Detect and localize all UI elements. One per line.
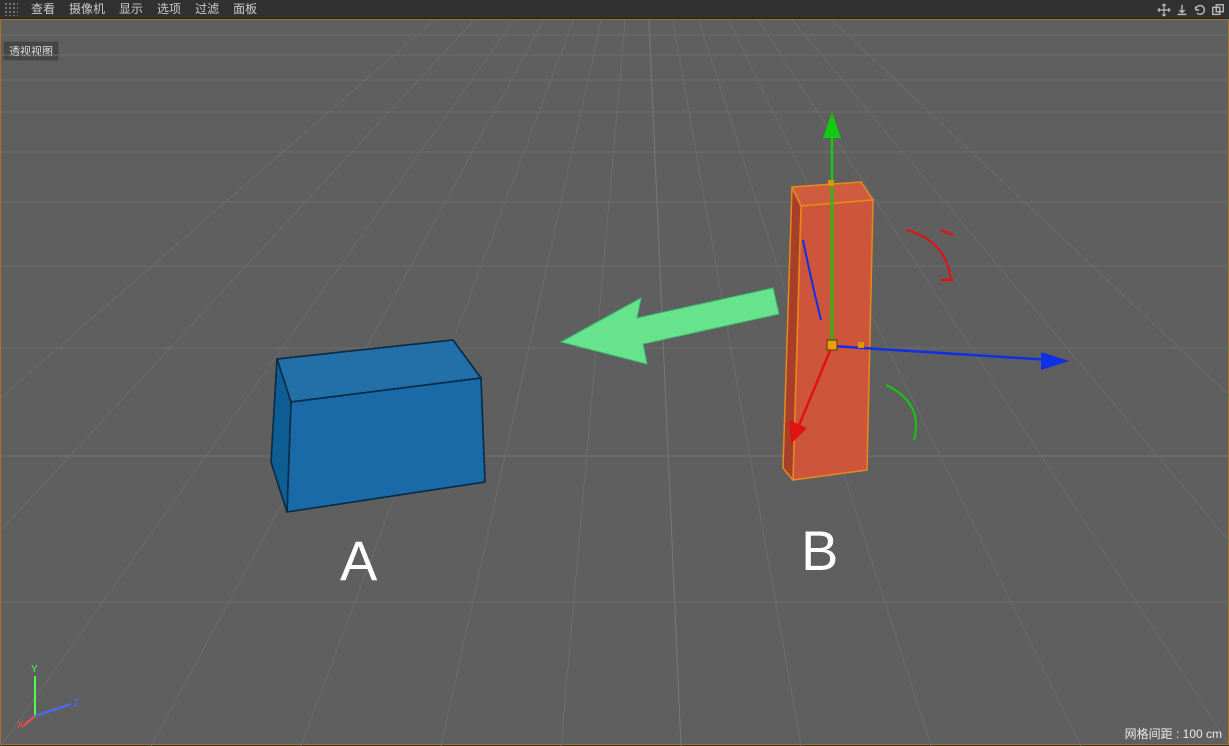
gizmo-xz-arc-icon[interactable] <box>886 385 916 440</box>
download-icon[interactable] <box>1175 3 1189 17</box>
menubar-right-icons <box>1157 0 1225 19</box>
menubar-grip-icon[interactable] <box>4 2 18 16</box>
annotation-label-b: B <box>801 518 838 583</box>
refresh-icon[interactable] <box>1193 3 1207 17</box>
annotation-arrow <box>561 288 779 364</box>
grid <box>1 20 1229 746</box>
gizmo-origin-icon[interactable] <box>827 340 837 350</box>
gizmo-z-arrow-icon[interactable] <box>1041 352 1069 370</box>
gizmo-yz-arc-icon[interactable] <box>906 230 951 280</box>
viewport-scene <box>1 20 1229 746</box>
menu-camera[interactable]: 摄像机 <box>62 0 112 19</box>
perspective-viewport[interactable]: 透视视图 <box>0 19 1229 745</box>
axis-x-label: X <box>17 720 24 728</box>
popout-icon[interactable] <box>1211 3 1225 17</box>
axis-triad: Y Z X <box>17 658 87 728</box>
annotation-label-a: A <box>340 528 377 593</box>
object-a-cube[interactable] <box>271 340 485 512</box>
move-icon[interactable] <box>1157 3 1171 17</box>
menu-display[interactable]: 显示 <box>112 0 150 19</box>
viewport-menubar: 查看 摄像机 显示 选项 过滤 面板 <box>0 0 1229 19</box>
axis-z-label: Z <box>73 698 79 709</box>
grid-spacing-status: 网格间距 : 100 cm <box>1125 725 1222 742</box>
axis-y-label: Y <box>31 664 38 675</box>
menu-filter[interactable]: 过滤 <box>188 0 226 19</box>
menu-panel[interactable]: 面板 <box>226 0 264 19</box>
menu-options[interactable]: 选项 <box>150 0 188 19</box>
menu-view[interactable]: 查看 <box>24 0 62 19</box>
